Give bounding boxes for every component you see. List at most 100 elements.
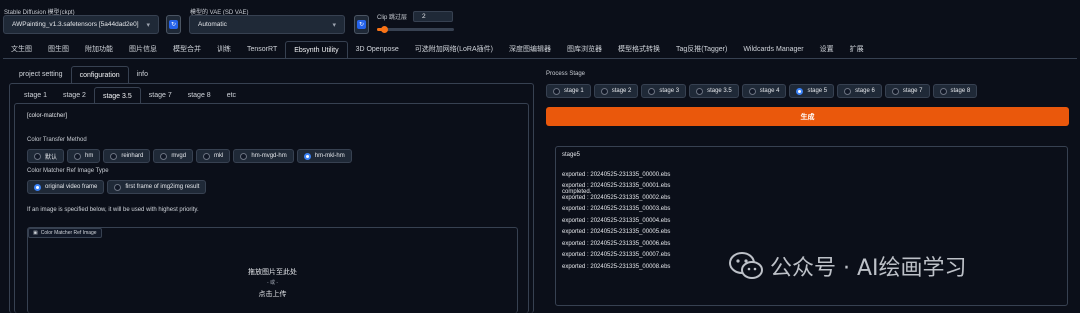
radio-button[interactable] [34,183,41,191]
transfer-option-1[interactable]: hm [67,149,101,163]
tab-stage-2[interactable]: stage 2 [55,87,94,104]
radio-label: 默认 [45,154,58,161]
process-stage-4[interactable]: stage 4 [741,84,787,98]
tab-main-3[interactable]: 图片信息 [121,41,165,58]
radio-button[interactable] [34,152,41,160]
radio-button[interactable] [240,152,248,160]
radio-button[interactable] [160,152,168,160]
transfer-option-6[interactable]: hm-mkl-hm [296,149,352,163]
tab-main-14[interactable]: Wildcards Manager [735,41,811,58]
radio-button[interactable] [553,87,560,95]
transfer-option-4[interactable]: mkl [196,149,231,163]
radio-button[interactable] [74,152,82,160]
tab-main-15[interactable]: 设置 [812,41,842,58]
watermark-text: 公众号 · AI绘画学习 [770,256,967,281]
radio-button[interactable] [939,87,947,95]
radio-label: reinhard [121,153,144,159]
tab-main-5[interactable]: 训练 [209,41,239,58]
output-log-panel: stage5 exported : 20240525-231335_00000.… [555,146,1068,306]
radio-button[interactable] [748,87,756,95]
radio-button[interactable] [114,183,122,191]
radio-button[interactable] [844,87,852,95]
radio-button[interactable] [648,87,656,95]
clip-skip-slider[interactable] [377,26,454,33]
generate-button[interactable]: 生成 [546,107,1069,126]
refresh-checkpoint-button[interactable]: ↻ [166,15,181,34]
tab-main-16[interactable]: 扩展 [842,41,872,58]
vae-select[interactable]: Automatic ▾ [189,15,345,34]
main-tab-bar: 文生图 图生图 附加功能 图片信息 模型合并 训练 TensorRT Ebsynth Util… [3,41,1077,58]
radio-label: stage 4 [759,88,780,94]
radio-label: stage 5 [807,88,828,94]
tab-main-7[interactable]: Ebsynth Utility [285,41,348,58]
log-line: exported : 20240525-231335_00003.ebs [562,206,671,212]
log-line: exported : 20240525-231335_00007.ebs [562,252,671,258]
tab-main-12[interactable]: 模型格式转换 [610,41,668,58]
tab-stage-8[interactable]: stage 8 [180,87,219,104]
radio-button[interactable] [203,152,211,160]
tab-main-2[interactable]: 附加功能 [77,41,121,58]
upload-text: 点击上传 [258,291,287,298]
clip-skip-label: Clip 跳过层 [377,15,408,21]
radio-button[interactable] [110,152,118,160]
transfer-option-2[interactable]: reinhard [103,149,151,163]
ref-type-option-0[interactable]: original video frame [27,180,105,194]
log-line: exported : 20240525-231335_00000.ebs [562,171,671,178]
tab-main-11[interactable]: 图库浏览器 [559,41,610,58]
radio-button[interactable] [600,87,608,95]
log-title: stage5 [562,152,581,158]
clip-skip-slider-handle[interactable] [381,26,388,33]
drop-text: 拖放图片至此处 [248,269,297,276]
radio-button[interactable] [696,87,704,95]
process-stage-3[interactable]: stage 3 [641,84,687,98]
radio-label: stage 6 [855,88,875,94]
clip-skip-input[interactable]: 2 [413,11,453,22]
tab-stage-1[interactable]: stage 1 [16,87,55,104]
tab-stage-7[interactable]: stage 7 [141,87,180,104]
tab-info[interactable]: info [129,66,156,83]
process-stage-7[interactable]: stage 7 [884,84,930,98]
radio-label: stage 1 [564,88,584,94]
sub-tab-bar: project setting configuration info [11,66,156,83]
tab-main-9[interactable]: 可选附加网络(LoRA插件) [407,41,501,58]
radio-label: hm [85,153,94,159]
ref-image-label-text: Color Matcher Ref Image [40,230,97,236]
radio-label: original video frame [45,184,98,190]
process-stage-3-5[interactable]: stage 3.5 [689,84,739,98]
tab-project-setting[interactable]: project setting [11,66,71,83]
tab-main-6[interactable]: TensorRT [239,41,285,58]
radio-button[interactable] [891,87,899,95]
process-stage-2[interactable]: stage 2 [593,84,639,98]
ref-image-dropzone[interactable]: ▣ Color Matcher Ref Image 拖放图片至此处 - 或 - … [27,227,518,313]
tab-main-13[interactable]: Tag反推(Tagger) [668,41,735,58]
tab-stage-3-5[interactable]: stage 3.5 [93,87,141,104]
transfer-option-0[interactable]: 默认 [27,149,65,163]
ref-type-option-1[interactable]: first frame of img2img result [107,180,207,194]
process-stage-8[interactable]: stage 8 [932,84,978,98]
radio-button[interactable] [796,87,804,95]
or-text: - 或 - [266,280,279,286]
tab-etc[interactable]: etc [219,87,244,104]
radio-label: stage 2 [611,88,632,94]
process-stage-5[interactable]: stage 5 [789,84,835,98]
process-stage-radio-group: stage 1 stage 2 stage 3 stage 3.5 stage 4 sta… [546,84,978,98]
radio-label: stage 7 [902,88,923,94]
image-icon: ▣ [33,230,38,236]
process-stage-1[interactable]: stage 1 [546,84,591,98]
tab-main-4[interactable]: 模型合并 [165,41,209,58]
transfer-option-5[interactable]: hm-mvgd-hm [233,149,294,163]
refresh-vae-button[interactable]: ↻ [354,15,369,34]
tab-main-0[interactable]: 文生图 [3,41,40,58]
log-line: exported : 20240525-231335_00006.ebs [562,240,671,247]
process-stage-6[interactable]: stage 6 [837,84,882,98]
tab-main-10[interactable]: 深度图编辑器 [501,41,559,58]
transfer-option-3[interactable]: mvgd [153,149,194,163]
radio-button[interactable] [303,152,311,160]
radio-label: stage 3.5 [707,88,732,94]
output-log: stage5 exported : 20240525-231335_00000.… [562,150,671,270]
color-transfer-label: Color Transfer Method [27,137,87,143]
tab-main-1[interactable]: 图生图 [40,41,77,58]
tab-configuration[interactable]: configuration [70,66,129,83]
tab-main-8[interactable]: 3D Openpose [348,41,407,58]
checkpoint-select[interactable]: AWPainting_v1.3.safetensors [5a44dad2e0]… [3,15,159,34]
